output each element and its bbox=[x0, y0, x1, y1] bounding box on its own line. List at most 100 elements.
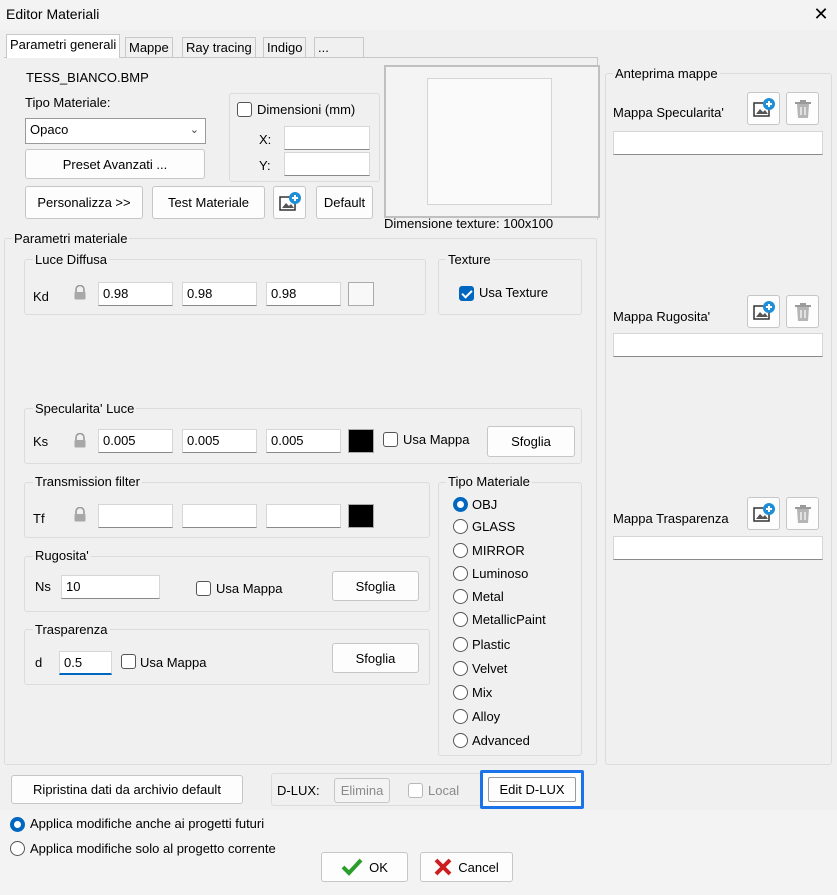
specular-sfoglia-button[interactable]: Sfoglia bbox=[487, 426, 575, 457]
radio-alloy-label: Alloy bbox=[472, 709, 501, 724]
radio-metal[interactable] bbox=[453, 589, 468, 604]
tab-strip: Parametri generali Mappe Ray tracing Ind… bbox=[4, 34, 597, 58]
x-input[interactable] bbox=[284, 126, 370, 150]
radio-alloy[interactable] bbox=[453, 709, 468, 724]
mappa-rugosita-field[interactable] bbox=[613, 333, 823, 357]
kd-input-1[interactable]: 0.98 bbox=[98, 282, 173, 306]
radio-mirror-label: MIRROR bbox=[472, 543, 525, 558]
chevron-down-icon: ⌄ bbox=[189, 124, 199, 136]
mappa-rugosita-add-button[interactable] bbox=[747, 295, 780, 328]
trasparenza-label: Trasparenza bbox=[33, 622, 110, 637]
rugosita-label: Rugosita' bbox=[33, 548, 91, 563]
lock-icon[interactable] bbox=[73, 433, 87, 448]
mappa-specularita-add-button[interactable] bbox=[747, 92, 780, 125]
transmission-color-swatch[interactable] bbox=[348, 504, 374, 528]
ks-input-3[interactable]: 0.005 bbox=[266, 429, 341, 453]
specular-color-swatch[interactable] bbox=[348, 429, 374, 453]
ok-label: OK bbox=[369, 859, 388, 875]
rugosita-usa-mappa-label: Usa Mappa bbox=[216, 581, 283, 596]
edit-dlux-label: Edit D-LUX bbox=[488, 777, 576, 802]
kd-input-3[interactable]: 0.98 bbox=[266, 282, 341, 306]
usa-texture-label: Usa Texture bbox=[479, 285, 549, 300]
specularita-label: Specularita' Luce bbox=[33, 401, 137, 416]
add-image-icon bbox=[278, 191, 301, 211]
tipo-materiale-select[interactable]: Opaco ⌄ bbox=[25, 118, 206, 144]
ns-input[interactable]: 10 bbox=[61, 575, 160, 599]
personalizza-button[interactable]: Personalizza >> bbox=[25, 186, 143, 219]
usa-texture-checkbox[interactable] bbox=[459, 286, 474, 301]
kd-input-2[interactable]: 0.98 bbox=[182, 282, 257, 306]
mappa-specularita-field[interactable] bbox=[613, 131, 823, 155]
add-image-button[interactable] bbox=[273, 186, 306, 219]
y-input[interactable] bbox=[284, 152, 370, 176]
default-button[interactable]: Default bbox=[316, 186, 373, 219]
tipo-materiale-value: Opaco bbox=[30, 122, 69, 137]
radio-plastic-label: Plastic bbox=[472, 637, 511, 652]
specular-usa-mappa-label: Usa Mappa bbox=[403, 432, 470, 447]
d-input[interactable]: 0.5 bbox=[59, 651, 112, 675]
radio-glass[interactable] bbox=[453, 519, 468, 534]
tab-mappe[interactable]: Mappe bbox=[125, 37, 173, 58]
radio-mirror[interactable] bbox=[453, 543, 468, 558]
diffuse-color-swatch[interactable] bbox=[348, 282, 374, 306]
radio-velvet[interactable] bbox=[453, 661, 468, 676]
ok-button[interactable]: OK bbox=[321, 852, 408, 882]
radio-glass-label: GLASS bbox=[472, 519, 516, 534]
check-icon bbox=[341, 858, 363, 876]
tab-more[interactable]: ... bbox=[314, 37, 364, 58]
mappa-rugosita-delete-button[interactable] bbox=[786, 295, 819, 328]
specular-usa-mappa-checkbox[interactable] bbox=[383, 432, 398, 447]
mappa-specularita-delete-button[interactable] bbox=[786, 92, 819, 125]
close-icon[interactable]: ✕ bbox=[810, 4, 832, 25]
trasparenza-usa-mappa-checkbox[interactable] bbox=[121, 654, 136, 669]
ripristina-button[interactable]: Ripristina dati da archivio default bbox=[11, 775, 243, 804]
tf-label: Tf bbox=[33, 511, 45, 526]
radio-mix[interactable] bbox=[453, 685, 468, 700]
tab-indigo[interactable]: Indigo bbox=[263, 37, 307, 58]
lock-icon[interactable] bbox=[73, 507, 87, 522]
ks-input-1[interactable]: 0.005 bbox=[98, 429, 173, 453]
tipo-materiale-label: Tipo Materiale: bbox=[25, 95, 111, 110]
kd-label: Kd bbox=[33, 289, 49, 304]
mappa-trasparenza-add-button[interactable] bbox=[747, 497, 780, 530]
transmission-label: Transmission filter bbox=[33, 474, 142, 489]
radio-plastic[interactable] bbox=[453, 637, 468, 652]
tf-input-1[interactable] bbox=[98, 504, 173, 528]
anteprima-mappe-label: Anteprima mappe bbox=[613, 66, 720, 81]
tipo-materiale-group-label: Tipo Materiale bbox=[446, 474, 532, 489]
y-label: Y: bbox=[259, 158, 271, 173]
luce-diffusa-label: Luce Diffusa bbox=[33, 252, 110, 267]
elimina-button[interactable]: Elimina bbox=[334, 778, 390, 803]
mappa-specularita-label: Mappa Specularita' bbox=[613, 105, 724, 120]
dimensioni-checkbox[interactable] bbox=[237, 102, 252, 117]
trasparenza-sfoglia-button[interactable]: Sfoglia bbox=[332, 643, 419, 673]
dimensioni-label: Dimensioni (mm) bbox=[257, 102, 356, 117]
preset-avanzati-button[interactable]: Preset Avanzati ... bbox=[25, 149, 205, 179]
radio-luminoso[interactable] bbox=[453, 566, 468, 581]
radio-advanced-label: Advanced bbox=[472, 733, 530, 748]
tf-input-2[interactable] bbox=[182, 504, 257, 528]
radio-obj-label: OBJ bbox=[472, 497, 498, 512]
radio-advanced[interactable] bbox=[453, 733, 468, 748]
local-checkbox[interactable] bbox=[408, 783, 423, 798]
radio-metallicpaint[interactable] bbox=[453, 612, 468, 627]
cancel-button[interactable]: Cancel bbox=[420, 852, 513, 882]
rugosita-sfoglia-button[interactable]: Sfoglia bbox=[332, 571, 419, 601]
texture-thumbnail bbox=[427, 78, 552, 205]
tab-ray-tracing[interactable]: Ray tracing bbox=[182, 37, 256, 58]
apply-current-radio[interactable] bbox=[10, 841, 25, 856]
tab-parametri-generali[interactable]: Parametri generali bbox=[6, 34, 121, 58]
test-materiale-button[interactable]: Test Materiale bbox=[152, 186, 265, 219]
ks-input-2[interactable]: 0.005 bbox=[182, 429, 257, 453]
mappa-trasparenza-delete-button[interactable] bbox=[786, 497, 819, 530]
apply-future-label: Applica modifiche anche ai progetti futu… bbox=[30, 816, 265, 831]
edit-dlux-button[interactable]: Edit D-LUX bbox=[480, 770, 584, 809]
lock-icon[interactable] bbox=[73, 285, 87, 300]
apply-future-radio[interactable] bbox=[10, 817, 25, 832]
tf-input-3[interactable] bbox=[266, 504, 341, 528]
mappa-trasparenza-label: Mappa Trasparenza bbox=[613, 511, 729, 526]
rugosita-usa-mappa-checkbox[interactable] bbox=[196, 581, 211, 596]
radio-obj[interactable] bbox=[453, 497, 468, 512]
apply-current-label: Applica modifiche solo al progetto corre… bbox=[30, 841, 276, 856]
mappa-trasparenza-field[interactable] bbox=[613, 536, 823, 560]
